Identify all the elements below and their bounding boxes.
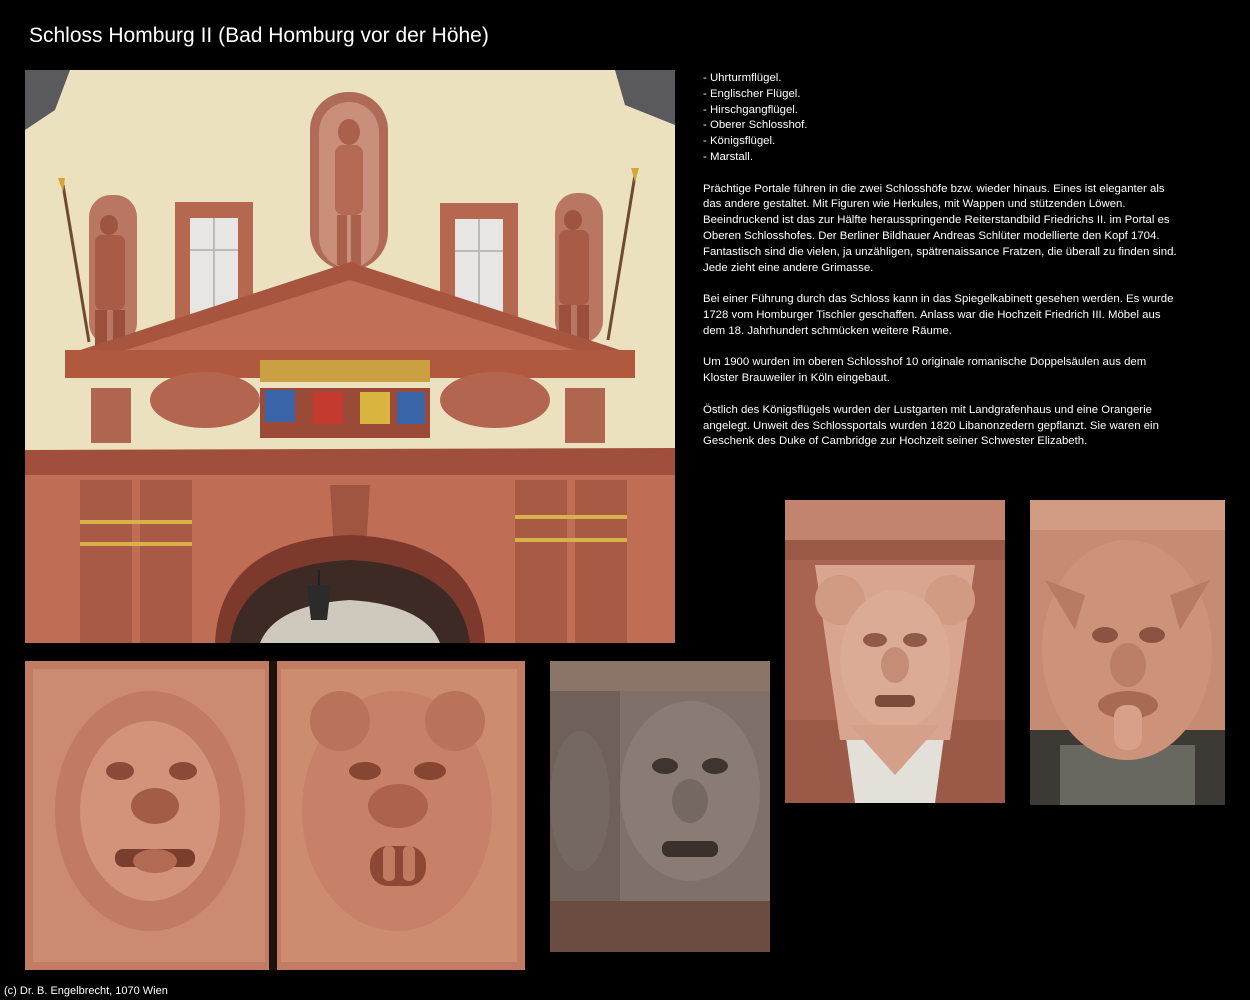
paragraph-portals: Prächtige Portale führen in die zwei Sch… bbox=[703, 182, 1177, 274]
paragraph-tour: Bei einer Führung durch das Schloss kann… bbox=[703, 293, 1174, 337]
list-item: - Hirschgangflügel. bbox=[703, 103, 798, 116]
paragraph-garden: Östlich des Königsflügels wurden der Lus… bbox=[703, 403, 1159, 448]
list-item: - Oberer Schlosshof. bbox=[703, 119, 808, 132]
wing-list: - Uhrturmflügel. - Englischer Flügel. - … bbox=[703, 71, 1183, 166]
list-item: - Englischer Flügel. bbox=[703, 87, 801, 100]
page-title: Schloss Homburg II (Bad Homburg vor der … bbox=[29, 24, 489, 47]
list-item: - Königsflügel. bbox=[703, 135, 776, 148]
paragraph-columns: Um 1900 wurden im oberen Schlosshof 10 o… bbox=[703, 356, 1147, 385]
copyright-footer: (c) Dr. B. Engelbrecht, 1070 Wien bbox=[4, 985, 168, 997]
lion-mask-reliefs-photo bbox=[25, 661, 525, 970]
list-item: - Uhrturmflügel. bbox=[703, 72, 782, 84]
description-text: - Uhrturmflügel. - Englischer Flügel. - … bbox=[703, 71, 1183, 466]
list-item: - Marstall. bbox=[703, 150, 753, 163]
keystone-mask-photo-2 bbox=[1030, 500, 1225, 805]
keystone-mask-photo-1 bbox=[785, 500, 1005, 803]
portal-photo bbox=[25, 70, 675, 643]
column-mask-photo bbox=[550, 661, 770, 952]
